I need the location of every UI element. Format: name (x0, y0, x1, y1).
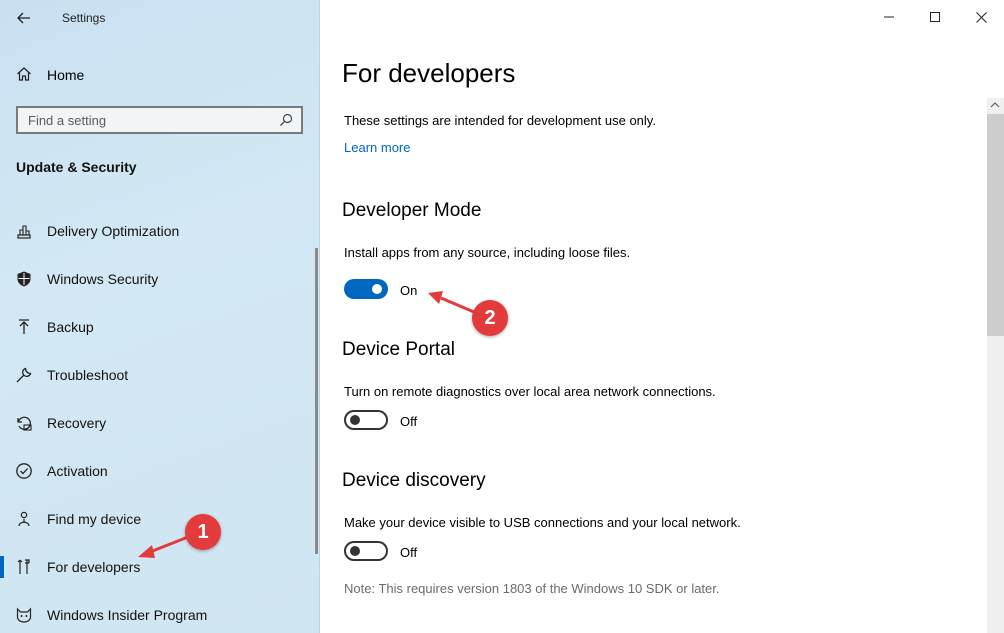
toggle-knob (372, 284, 382, 294)
device-portal-toggle-label: Off (400, 414, 418, 429)
sidebar-item-activation[interactable]: Activation (0, 446, 318, 494)
sidebar-item-backup[interactable]: Backup (0, 302, 318, 350)
device-portal-heading: Device Portal (342, 339, 455, 360)
maximize-icon (930, 12, 940, 22)
sidebar-item-label: Find my device (47, 511, 142, 527)
search-box[interactable] (16, 106, 303, 134)
sidebar-item-troubleshoot[interactable]: Troubleshoot (0, 350, 318, 398)
app-title: Settings (62, 11, 106, 25)
search-input[interactable] (18, 108, 301, 132)
sidebar-item-label: Windows Security (47, 271, 159, 287)
wrench-icon (16, 367, 32, 383)
toggle-knob (350, 415, 360, 425)
sidebar-item-windows-insider[interactable]: Windows Insider Program (0, 590, 318, 633)
developer-tools-icon (17, 559, 30, 574)
title-bar: Settings (0, 0, 320, 36)
back-arrow-icon (17, 12, 30, 24)
main-scrollbar-thumb[interactable] (987, 114, 1004, 336)
developer-mode-heading: Developer Mode (342, 200, 482, 221)
section-title: Update & Security (16, 159, 137, 175)
minimize-icon (884, 16, 894, 18)
page-title: For developers (342, 58, 516, 88)
sidebar-item-label: Backup (47, 319, 94, 335)
sdk-note: Note: This requires version 1803 of the … (344, 581, 720, 596)
back-button[interactable] (12, 6, 36, 30)
sidebar-item-recovery[interactable]: Recovery (0, 398, 318, 446)
intro-text: These settings are intended for developm… (344, 113, 656, 128)
scroll-up-icon[interactable] (990, 100, 1000, 110)
window-controls (866, 0, 1004, 34)
device-discovery-toggle-label: Off (400, 545, 418, 560)
sidebar-item-label: Troubleshoot (47, 367, 129, 383)
learn-more-link[interactable]: Learn more (344, 140, 410, 155)
sidebar-item-for-developers[interactable]: For developers (0, 542, 318, 590)
sidebar-item-find-my-device[interactable]: Find my device (0, 494, 318, 542)
developer-mode-toggle-label: On (400, 283, 418, 298)
shield-icon (17, 271, 31, 287)
sidebar-item-label: Windows Insider Program (47, 607, 208, 623)
sidebar-item-label: Delivery Optimization (47, 223, 180, 239)
device-portal-toggle[interactable] (344, 410, 388, 430)
backup-arrow-icon (19, 319, 29, 334)
delivery-optimization-icon (17, 225, 31, 239)
home-icon (17, 67, 31, 81)
sidebar: Settings Home Update & Security Delivery… (0, 0, 320, 633)
toggle-knob (350, 546, 360, 556)
sidebar-home-label: Home (47, 67, 85, 83)
check-circle-icon (16, 463, 32, 479)
developer-mode-description: Install apps from any source, including … (344, 245, 631, 260)
close-icon (975, 11, 987, 23)
minimize-button[interactable] (866, 0, 912, 34)
sidebar-nav: Delivery Optimization Windows Security B… (0, 206, 318, 633)
search-icon[interactable] (279, 113, 293, 127)
annotation-badge-1: 1 (185, 514, 221, 550)
maximize-button[interactable] (912, 0, 958, 34)
main-content: For developers These settings are intend… (320, 0, 1004, 633)
insider-cat-icon (16, 607, 32, 623)
annotation-badge-2: 2 (472, 300, 508, 336)
developer-mode-toggle[interactable] (344, 279, 388, 299)
sidebar-item-label: For developers (47, 559, 141, 575)
sidebar-item-label: Activation (47, 463, 108, 479)
recovery-icon (17, 416, 32, 431)
close-button[interactable] (958, 0, 1004, 34)
sidebar-scrollbar[interactable] (315, 248, 318, 554)
sidebar-item-label: Recovery (47, 415, 107, 431)
device-discovery-description: Make your device visible to USB connecti… (344, 515, 741, 530)
sidebar-item-windows-security[interactable]: Windows Security (0, 254, 318, 302)
sidebar-home[interactable]: Home (0, 58, 318, 90)
device-discovery-toggle[interactable] (344, 541, 388, 561)
person-location-icon (18, 511, 30, 527)
device-portal-description: Turn on remote diagnostics over local ar… (344, 384, 716, 399)
sidebar-item-delivery-optimization[interactable]: Delivery Optimization (0, 206, 318, 254)
device-discovery-heading: Device discovery (342, 470, 486, 491)
